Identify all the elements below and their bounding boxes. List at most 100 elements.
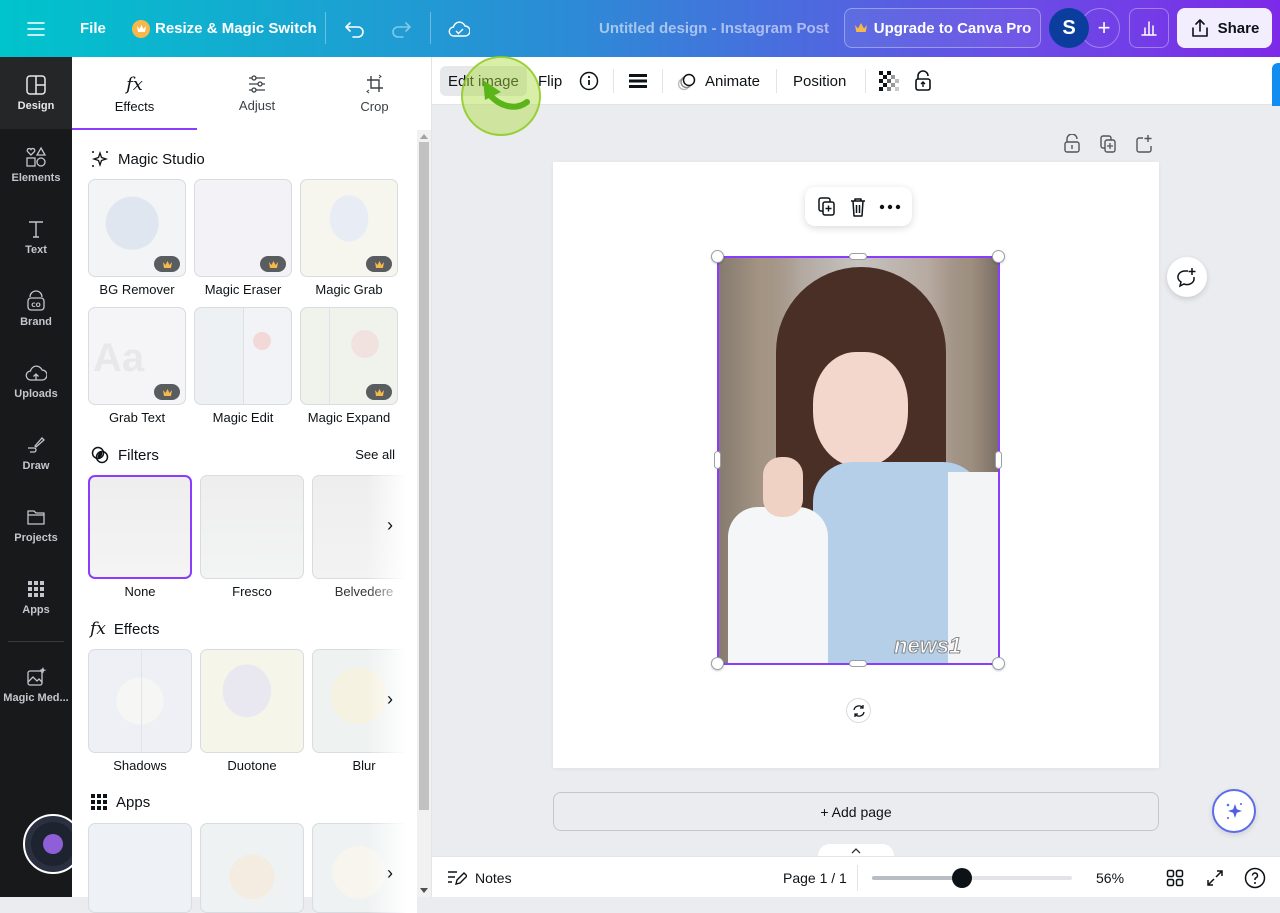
scrollbar-thumb[interactable] bbox=[419, 142, 429, 810]
panel-scrollbar[interactable] bbox=[417, 130, 431, 897]
document-title[interactable]: Untitled design - Instagram Post bbox=[599, 0, 829, 57]
tool-magic-expand[interactable] bbox=[300, 307, 398, 405]
rotate-icon bbox=[852, 704, 865, 717]
app-tile[interactable] bbox=[88, 823, 192, 913]
zoom-slider[interactable] bbox=[872, 868, 1072, 888]
tool-magic-edit[interactable] bbox=[194, 307, 292, 405]
filters-see-all-link[interactable]: See all bbox=[355, 447, 395, 462]
effects-heading: fx Effects bbox=[90, 619, 159, 639]
expand-icon bbox=[1207, 869, 1223, 886]
resize-handle-bottom[interactable] bbox=[849, 660, 867, 667]
tool-magic-grab[interactable] bbox=[300, 179, 398, 277]
info-button[interactable] bbox=[579, 66, 599, 96]
animate-button[interactable]: Animate bbox=[677, 66, 760, 96]
rail-label: Uploads bbox=[14, 388, 58, 400]
redo-button[interactable] bbox=[390, 0, 412, 57]
upgrade-button[interactable]: Upgrade to Canva Pro bbox=[844, 8, 1041, 48]
curved-arrow-icon bbox=[483, 80, 530, 110]
scroll-down-arrow-icon[interactable] bbox=[420, 888, 428, 893]
scroll-up-arrow-icon[interactable] bbox=[420, 134, 428, 139]
resize-handle-top-right[interactable] bbox=[992, 250, 1005, 263]
active-tab-indicator bbox=[72, 128, 197, 130]
resize-magic-switch-button[interactable]: Resize & Magic Switch bbox=[132, 0, 317, 57]
add-page-icon[interactable] bbox=[1135, 134, 1153, 154]
tool-label: Magic Edit bbox=[212, 410, 274, 425]
share-button[interactable]: Share bbox=[1177, 8, 1272, 48]
scroll-fade bbox=[367, 475, 417, 605]
rail-label: Apps bbox=[22, 604, 50, 616]
app-tile[interactable] bbox=[200, 823, 304, 913]
rail-item-text[interactable]: Text bbox=[0, 201, 72, 273]
tab-crop[interactable]: Crop bbox=[317, 57, 432, 130]
resize-handle-right[interactable] bbox=[995, 451, 1002, 469]
resize-handle-left[interactable] bbox=[714, 451, 721, 469]
file-menu-button[interactable]: File bbox=[80, 0, 106, 57]
effect-shadows[interactable] bbox=[88, 649, 192, 753]
divider bbox=[865, 69, 866, 93]
rail-item-uploads[interactable]: Uploads bbox=[0, 345, 72, 417]
effect-duotone[interactable] bbox=[200, 649, 304, 753]
apps-next-button[interactable]: › bbox=[387, 863, 393, 884]
transparency-button[interactable] bbox=[879, 66, 899, 96]
rail-item-draw[interactable]: Draw bbox=[0, 417, 72, 489]
rail-item-design[interactable]: Design bbox=[0, 57, 72, 129]
filter-fresco[interactable] bbox=[200, 475, 304, 579]
zoom-percent[interactable]: 56% bbox=[1096, 857, 1124, 898]
border-lines-icon bbox=[629, 74, 647, 88]
flip-button[interactable]: Flip bbox=[538, 66, 562, 96]
tool-bg-remover[interactable] bbox=[88, 179, 186, 277]
tool-label: Magic Expand bbox=[307, 410, 391, 425]
tab-effects[interactable]: fx Effects bbox=[72, 57, 197, 130]
insights-button[interactable] bbox=[1129, 8, 1169, 48]
undo-button[interactable] bbox=[344, 0, 366, 57]
add-comment-button[interactable] bbox=[1167, 257, 1207, 297]
more-options-icon[interactable] bbox=[879, 204, 901, 210]
resize-handle-top[interactable] bbox=[849, 253, 867, 260]
main-menu-button[interactable] bbox=[26, 0, 46, 57]
section-title: Filters bbox=[118, 446, 159, 464]
border-style-button[interactable] bbox=[628, 66, 648, 96]
footer-bar: Notes Page 1 / 1 56% bbox=[432, 856, 1280, 897]
filter-none[interactable] bbox=[88, 475, 192, 579]
resize-handle-top-left[interactable] bbox=[711, 250, 724, 263]
fullscreen-button[interactable] bbox=[1206, 857, 1224, 898]
tab-adjust[interactable]: Adjust bbox=[197, 57, 317, 130]
page-indicator[interactable]: Page 1 / 1 bbox=[783, 857, 847, 898]
grid-view-button[interactable] bbox=[1166, 857, 1184, 898]
photo-watermark: news1 bbox=[893, 633, 962, 659]
magic-assistant-button[interactable] bbox=[1212, 789, 1256, 833]
rail-label: Projects bbox=[14, 532, 58, 544]
trash-icon[interactable] bbox=[848, 196, 868, 218]
filters-next-button[interactable]: › bbox=[387, 515, 393, 536]
effects-next-button[interactable]: › bbox=[387, 689, 393, 710]
fx-icon: fx bbox=[126, 73, 143, 95]
help-button[interactable] bbox=[1244, 857, 1266, 898]
section-title: Effects bbox=[113, 620, 160, 638]
tool-grab-text[interactable]: Aa bbox=[88, 307, 186, 405]
selected-photo[interactable]: news1 bbox=[718, 257, 999, 664]
rail-item-apps[interactable]: Apps bbox=[0, 561, 72, 633]
position-button[interactable]: Position bbox=[793, 66, 846, 96]
notes-button[interactable]: Notes bbox=[447, 857, 512, 898]
effect-label: Blur bbox=[352, 758, 376, 773]
tab-label: Adjust bbox=[238, 98, 276, 113]
resize-handle-bottom-right[interactable] bbox=[992, 657, 1005, 670]
resize-handle-bottom-left[interactable] bbox=[711, 657, 724, 670]
rail-item-elements[interactable]: Elements bbox=[0, 129, 72, 201]
rail-item-brand[interactable]: CO Brand bbox=[0, 273, 72, 345]
lock-page-icon[interactable] bbox=[1063, 134, 1081, 154]
avatar[interactable]: S bbox=[1049, 8, 1089, 48]
duplicate-page-icon[interactable] bbox=[1099, 134, 1117, 154]
magic-media-icon bbox=[27, 667, 47, 686]
tool-magic-eraser[interactable] bbox=[194, 179, 292, 277]
duplicate-icon[interactable] bbox=[817, 196, 837, 218]
pro-crown-badge bbox=[154, 384, 180, 400]
save-status-button[interactable] bbox=[448, 0, 470, 57]
zoom-slider-knob[interactable] bbox=[952, 868, 972, 888]
rail-item-projects[interactable]: Projects bbox=[0, 489, 72, 561]
lock-button[interactable] bbox=[914, 66, 932, 96]
rotate-handle[interactable] bbox=[846, 698, 871, 723]
rail-label: Text bbox=[25, 244, 47, 256]
rail-item-magic-media[interactable]: Magic Med... bbox=[0, 649, 72, 721]
add-page-button[interactable]: + Add page bbox=[553, 792, 1159, 831]
